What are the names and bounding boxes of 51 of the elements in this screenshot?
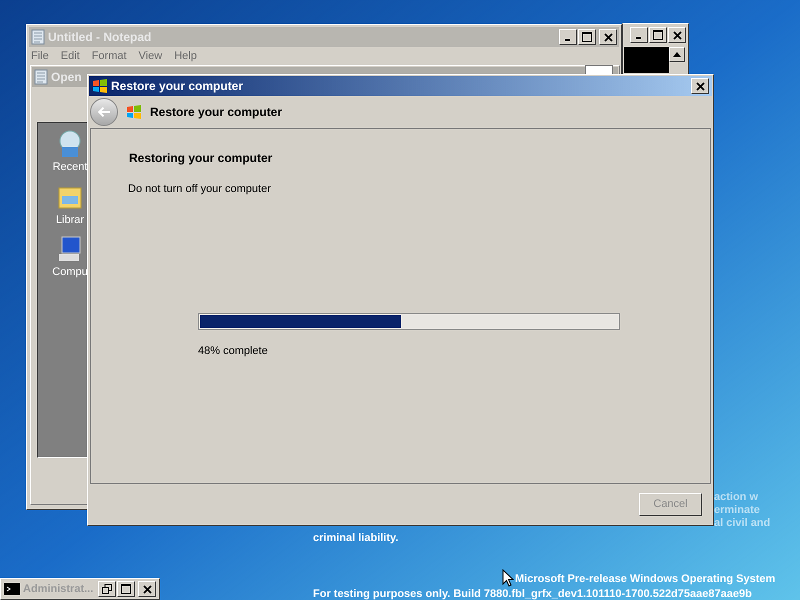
close-button[interactable]	[138, 581, 156, 597]
close-icon	[696, 82, 704, 90]
notepad-icon	[34, 69, 48, 85]
heading: Restoring your computer	[129, 150, 272, 167]
close-button[interactable]	[668, 27, 686, 43]
places-item[interactable]: Recent	[44, 129, 96, 176]
watermark-text: For testing purposes only. Build 7880.fbl_grfx_dev1.101110-1700.522d75aae87aae9b	[313, 587, 752, 600]
window-title: Untitled - Notepad	[48, 29, 152, 46]
restore-button[interactable]	[98, 581, 116, 597]
menu-item[interactable]: Edit	[60, 48, 80, 64]
minimized-console[interactable]: Administrat...	[0, 578, 160, 600]
desktop-text: action w	[714, 491, 760, 504]
minimize-button[interactable]	[559, 29, 577, 45]
progress-text: 48% complete	[198, 344, 268, 359]
close-icon	[142, 584, 152, 594]
back-button[interactable]	[90, 98, 118, 126]
watermark-text: Microsoft Pre-release Windows Operating System	[515, 572, 776, 587]
maximize-button[interactable]	[578, 29, 596, 45]
console-output	[624, 47, 669, 73]
menu-item[interactable]: Format	[92, 48, 127, 64]
restore-icon	[102, 584, 112, 594]
window-title: Restore your computer	[111, 78, 244, 95]
back-arrow-icon	[98, 107, 110, 117]
close-icon	[604, 32, 612, 42]
scroll-up-button[interactable]	[669, 47, 685, 62]
menu-item[interactable]: File	[31, 48, 49, 64]
message-text: Do not turn off your computer	[128, 182, 271, 197]
close-button[interactable]	[691, 78, 709, 94]
desktop-text: criminal liability.	[313, 531, 398, 546]
menu-item[interactable]: View	[138, 48, 162, 64]
up-arrow-icon	[673, 52, 681, 57]
dialog-header: Restore your computer	[150, 104, 282, 121]
places-item[interactable]: Librar	[44, 182, 96, 228]
desktop-text: al civil and	[714, 517, 770, 530]
close-button[interactable]	[599, 29, 617, 45]
windows-flag-icon	[92, 78, 108, 94]
minimize-button[interactable]	[630, 27, 648, 43]
places-item[interactable]: Compu	[44, 234, 96, 280]
notepad-icon	[31, 29, 45, 45]
close-icon	[672, 30, 682, 40]
maximize-icon	[653, 30, 663, 40]
windows-flag-icon	[126, 104, 142, 120]
mouse-pointer-icon	[502, 569, 514, 587]
maximize-icon	[121, 584, 131, 594]
window-title: Administrat...	[23, 582, 94, 597]
desktop-text: erminate	[714, 504, 761, 517]
maximize-button[interactable]	[117, 581, 135, 597]
maximize-icon	[582, 32, 592, 42]
menu-item[interactable]: Help	[174, 48, 197, 64]
maximize-button[interactable]	[649, 27, 667, 43]
window-title: Open	[51, 69, 82, 86]
